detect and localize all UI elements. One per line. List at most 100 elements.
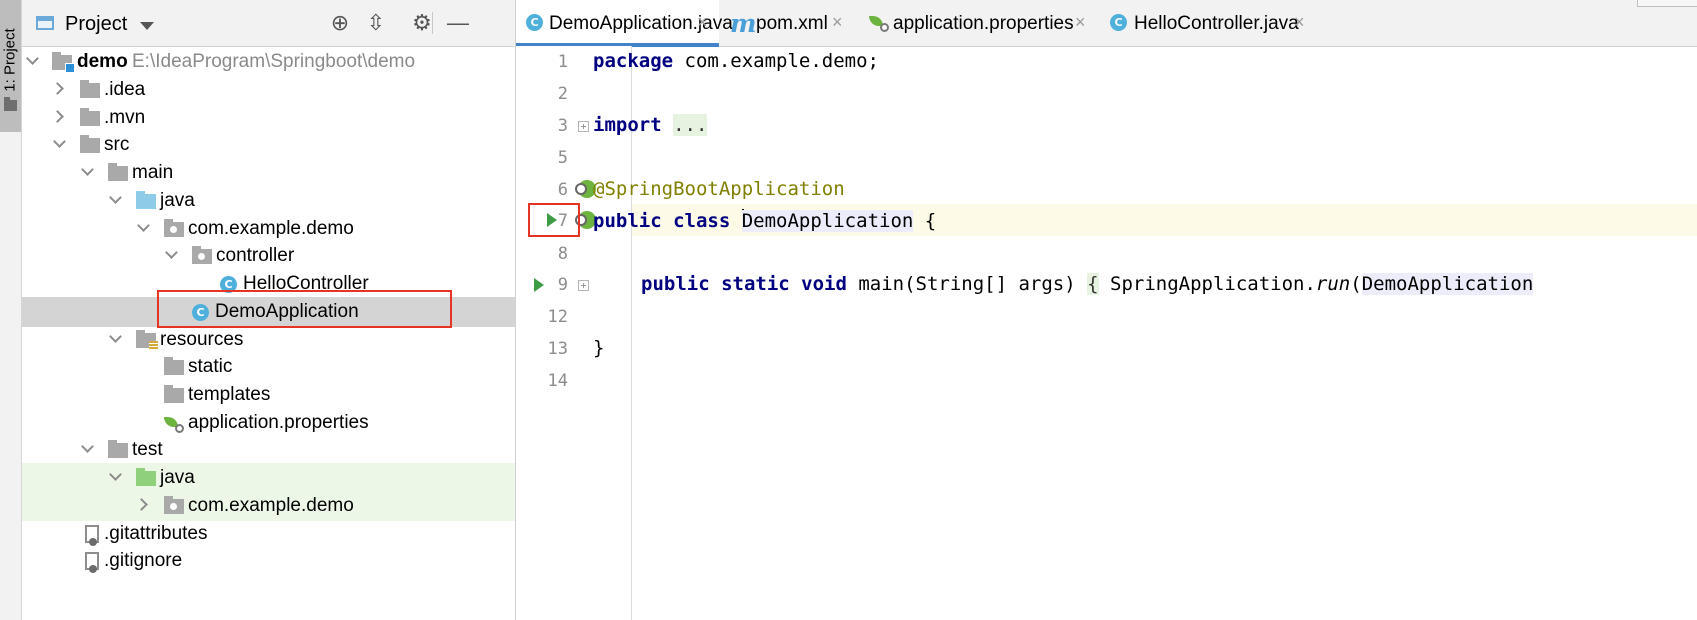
tree-node-label: controller: [216, 245, 295, 266]
chevron-down-icon[interactable]: [140, 22, 154, 30]
collapse-all-icon[interactable]: ⇳: [364, 11, 388, 35]
code-class-name: DemoApplication: [1361, 273, 1534, 295]
tree-node-resources[interactable]: resources: [22, 325, 515, 355]
folder-icon: [80, 80, 100, 98]
chevron-right-icon[interactable]: [51, 110, 64, 123]
chevron-down-icon[interactable]: [165, 246, 178, 259]
tree-node-templates[interactable]: templates: [22, 380, 515, 410]
tree-node-static[interactable]: static: [22, 352, 515, 382]
tree-node-label: src: [104, 134, 130, 155]
code-text: (: [1350, 273, 1362, 295]
tree-node-src[interactable]: src: [22, 130, 515, 160]
class-icon: C: [1110, 14, 1127, 31]
close-icon[interactable]: ×: [832, 12, 843, 33]
project-tool-tab-label: 1: Project: [1, 28, 19, 92]
highlight-box-demoapplication: [157, 290, 452, 328]
close-icon[interactable]: ×: [1075, 12, 1086, 33]
fold-icon[interactable]: [578, 121, 589, 132]
chevron-down-icon[interactable]: [109, 191, 122, 204]
chevron-down-icon[interactable]: [109, 330, 122, 343]
project-panel-header: Project ⊕ ⇳ ⚙ —: [22, 0, 515, 47]
tree-node-application-properties[interactable]: application.properties: [22, 408, 515, 438]
tree-node-label: templates: [188, 384, 271, 405]
chevron-down-icon[interactable]: [26, 52, 39, 65]
tree-node-test[interactable]: test: [22, 435, 515, 465]
code-text: }: [593, 337, 605, 359]
project-panel: Project ⊕ ⇳ ⚙ — demo E:\IdeaProgram\Spri…: [22, 0, 515, 620]
minimize-icon[interactable]: —: [446, 11, 470, 35]
code-line-13[interactable]: }: [593, 337, 604, 359]
project-view-selector[interactable]: Project: [65, 13, 127, 36]
tree-node-gitattributes[interactable]: .gitattributes: [22, 519, 515, 549]
line-number: 14: [547, 371, 568, 391]
spring-boot-class-icon: C: [526, 14, 543, 31]
folder-icon: [4, 97, 17, 111]
tree-node-label: demo: [77, 51, 128, 72]
folder-icon: [164, 357, 184, 375]
editor-corner: [1637, 0, 1697, 7]
tree-node-idea[interactable]: .idea: [22, 75, 515, 105]
git-file-icon: [85, 525, 99, 546]
code-class-name: DemoApplication: [741, 210, 914, 232]
tree-node-label: com.example.demo: [188, 495, 354, 516]
highlight-box-run: [528, 203, 580, 237]
editor-tab-bar: C DemoApplication.java × m pom.xml × app…: [516, 0, 1697, 47]
tree-node-java[interactable]: java: [22, 186, 515, 216]
tree-node-mvn[interactable]: .mvn: [22, 103, 515, 133]
tab-label: HelloController.java: [1134, 13, 1299, 34]
code-text: {: [913, 210, 937, 232]
folded-imports[interactable]: ...: [673, 114, 708, 136]
fold-icon[interactable]: [578, 280, 589, 291]
code-method: run: [1315, 273, 1351, 295]
line-number: 5: [557, 148, 568, 168]
package-icon: [192, 246, 212, 264]
chevron-down-icon[interactable]: [81, 163, 94, 176]
chevron-down-icon[interactable]: [109, 468, 122, 481]
tab-demoapplication[interactable]: C DemoApplication.java ×: [516, 0, 733, 47]
folder-icon: [80, 108, 100, 126]
code-line-9[interactable]: public static void main(String[] args) {…: [641, 273, 1534, 295]
tree-node-label: .gitattributes: [104, 523, 208, 544]
tree-node-label: resources: [160, 329, 244, 350]
folded-method-body[interactable]: {: [1087, 273, 1099, 295]
tab-hellocontroller[interactable]: C HelloController.java ×: [1106, 0, 1316, 46]
close-icon[interactable]: ×: [697, 12, 708, 33]
tree-node-gitignore[interactable]: .gitignore: [22, 546, 515, 576]
resources-folder-icon: [136, 330, 158, 350]
tree-node-main[interactable]: main: [22, 158, 515, 188]
folder-icon: [108, 163, 128, 181]
tree-node-label: java: [160, 190, 195, 211]
tree-node-label: main: [132, 162, 174, 183]
tree-node-package[interactable]: com.example.demo: [22, 214, 515, 244]
code-line-6[interactable]: @SpringBootApplication: [593, 178, 845, 200]
tree-node-controller[interactable]: controller: [22, 241, 515, 271]
code-line-7[interactable]: public class DemoApplication {: [593, 209, 936, 232]
source-folder-icon: [136, 191, 156, 209]
chevron-down-icon[interactable]: [53, 135, 66, 148]
code-keyword: package: [593, 50, 674, 72]
line-number: 8: [557, 244, 568, 264]
package-icon: [164, 496, 184, 514]
tab-pom-xml[interactable]: m pom.xml ×: [724, 0, 854, 46]
chevron-right-icon[interactable]: [135, 498, 148, 511]
tree-node-demo[interactable]: demo E:\IdeaProgram\Springboot\demo: [22, 47, 515, 77]
tree-node-test-package[interactable]: com.example.demo: [22, 491, 515, 521]
tab-application-properties[interactable]: application.properties ×: [861, 0, 1101, 46]
code-text: SpringApplication.: [1098, 273, 1316, 295]
code-line-1[interactable]: package com.example.demo;: [593, 50, 879, 72]
gear-icon[interactable]: ⚙: [410, 11, 434, 35]
locate-icon[interactable]: ⊕: [328, 11, 352, 35]
tree-node-label: static: [188, 356, 233, 377]
editor: C DemoApplication.java × m pom.xml × app…: [515, 0, 1697, 620]
project-tool-tab[interactable]: 1: Project: [0, 0, 21, 132]
run-icon[interactable]: [534, 278, 544, 292]
chevron-right-icon[interactable]: [51, 82, 64, 95]
code-keyword: public class: [593, 210, 731, 232]
chevron-down-icon[interactable]: [137, 219, 150, 232]
line-number: 13: [547, 339, 568, 359]
code-line-3[interactable]: import ...: [593, 114, 708, 136]
spring-properties-icon: [164, 415, 184, 433]
tree-node-test-java[interactable]: java: [22, 463, 515, 493]
close-icon[interactable]: ×: [1294, 12, 1305, 33]
chevron-down-icon[interactable]: [81, 440, 94, 453]
